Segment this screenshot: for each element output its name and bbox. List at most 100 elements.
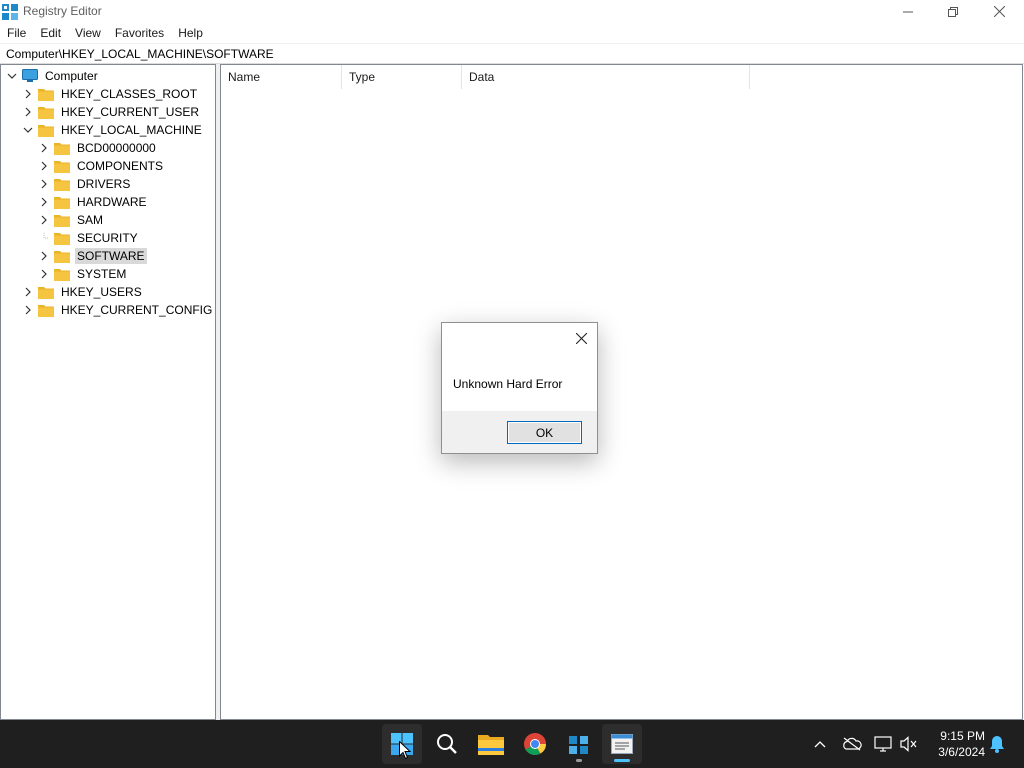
chevron-right-icon[interactable] <box>22 88 34 100</box>
network-icon[interactable] <box>873 734 893 754</box>
folder-icon <box>38 88 54 101</box>
volume-muted-icon[interactable] <box>899 734 919 754</box>
notifications-icon[interactable] <box>987 734 1007 754</box>
folder-icon <box>54 142 70 155</box>
title-bar: Registry Editor <box>0 0 1024 23</box>
chevron-right-icon[interactable] <box>22 286 34 298</box>
menu-view[interactable]: View <box>68 23 108 43</box>
tree-item-hkey-users[interactable]: HKEY_USERS <box>22 283 144 301</box>
search-icon <box>437 734 457 754</box>
taskbar: 9:15 PM 3/6/2024 <box>0 720 1024 768</box>
tree-item-software[interactable]: SOFTWARE <box>38 247 147 265</box>
dialog-message: Unknown Hard Error <box>453 377 563 391</box>
tree-item-label: SAM <box>77 213 104 227</box>
chevron-right-icon[interactable] <box>22 304 34 316</box>
mouse-cursor-icon <box>399 740 412 763</box>
chevron-right-icon[interactable] <box>22 106 34 118</box>
chevron-right-icon[interactable] <box>38 214 50 226</box>
tree-item-hkey-local-machine[interactable]: HKEY_LOCAL_MACHINE <box>22 121 204 139</box>
address-path[interactable]: Computer\HKEY_LOCAL_MACHINE\SOFTWARE <box>6 47 274 61</box>
restore-button[interactable] <box>930 0 976 23</box>
chevron-right-icon[interactable] <box>38 178 50 190</box>
folder-icon <box>54 232 70 245</box>
search-button[interactable] <box>427 724 467 764</box>
computer-icon <box>22 69 38 83</box>
dialog-close-button[interactable] <box>569 327 593 349</box>
close-icon <box>575 332 587 344</box>
tree-item-label: HARDWARE <box>77 195 147 209</box>
notepad-icon <box>611 734 633 754</box>
chevron-down-icon[interactable] <box>22 124 34 136</box>
close-button[interactable] <box>976 0 1022 23</box>
dialog-footer: OK <box>442 411 597 453</box>
folder-icon <box>54 268 70 281</box>
file-explorer-icon <box>478 735 504 755</box>
tree-item-label: SOFTWARE <box>75 248 147 264</box>
tree-item-label: HKEY_USERS <box>61 285 142 299</box>
chevron-right-icon[interactable] <box>38 268 50 280</box>
menu-favorites[interactable]: Favorites <box>108 23 171 43</box>
tree-item-bcd[interactable]: BCD00000000 <box>38 139 158 157</box>
notepad-button[interactable] <box>602 724 642 764</box>
key-tree[interactable]: Computer HKEY_CLASSES_ROOT HKEY_CURRENT_… <box>0 64 216 720</box>
clock-time: 9:15 PM <box>940 729 985 743</box>
folder-open-icon <box>38 124 54 137</box>
registry-editor-icon <box>2 4 18 20</box>
minimize-button[interactable] <box>885 0 931 23</box>
show-hidden-icons-button[interactable] <box>810 734 830 754</box>
folder-icon <box>54 160 70 173</box>
address-bar[interactable]: Computer\HKEY_LOCAL_MACHINE\SOFTWARE <box>0 43 1024 64</box>
tree-item-system[interactable]: SYSTEM <box>38 265 128 283</box>
menu-help[interactable]: Help <box>171 23 210 43</box>
tree-item-label: SYSTEM <box>77 267 127 281</box>
chevron-right-icon[interactable] <box>38 196 50 208</box>
folder-icon <box>38 304 54 317</box>
onedrive-icon[interactable] <box>842 734 862 754</box>
tree-item-computer[interactable]: Computer <box>6 67 100 85</box>
registry-button[interactable] <box>559 724 599 764</box>
menu-bar: File Edit View Favorites Help <box>0 23 1024 43</box>
chevron-up-icon <box>814 741 826 748</box>
column-name[interactable]: Name <box>221 65 342 89</box>
folder-icon <box>54 250 70 263</box>
folder-icon <box>54 196 70 209</box>
tree-item-components[interactable]: COMPONENTS <box>38 157 165 175</box>
tree-item-label: HKEY_LOCAL_MACHINE <box>61 123 202 137</box>
chevron-right-icon[interactable] <box>38 250 50 262</box>
tree-item-label: Computer <box>45 69 98 83</box>
tree-item-hardware[interactable]: HARDWARE <box>38 193 149 211</box>
tree-connector <box>38 232 50 244</box>
tree-item-label: SECURITY <box>77 231 138 245</box>
file-explorer-button[interactable] <box>471 724 511 764</box>
folder-icon <box>38 286 54 299</box>
tree-item-hkey-current-user[interactable]: HKEY_CURRENT_USER <box>22 103 201 121</box>
error-dialog: Unknown Hard Error OK <box>441 322 598 454</box>
folder-icon <box>54 214 70 227</box>
column-data[interactable]: Data <box>462 65 750 89</box>
tree-item-hkey-classes-root[interactable]: HKEY_CLASSES_ROOT <box>22 85 199 103</box>
tree-item-label: HKEY_CURRENT_USER <box>61 105 200 119</box>
chevron-right-icon[interactable] <box>38 160 50 172</box>
list-header: Name Type Data <box>221 65 1022 89</box>
registry-icon <box>569 736 588 754</box>
chevron-right-icon[interactable] <box>38 142 50 154</box>
tree-item-label: HKEY_CURRENT_CONFIG <box>61 303 213 317</box>
folder-icon <box>54 178 70 191</box>
chevron-down-icon[interactable] <box>6 70 18 82</box>
chrome-button[interactable] <box>515 724 555 764</box>
system-clock[interactable]: 9:15 PM 3/6/2024 <box>925 728 985 760</box>
tree-item-label: BCD00000000 <box>77 141 156 155</box>
menu-file[interactable]: File <box>0 23 33 43</box>
tree-item-label: COMPONENTS <box>77 159 164 173</box>
tree-item-drivers[interactable]: DRIVERS <box>38 175 132 193</box>
folder-icon <box>38 106 54 119</box>
window-title: Registry Editor <box>23 4 102 18</box>
tree-item-sam[interactable]: SAM <box>38 211 105 229</box>
active-indicator <box>614 759 630 762</box>
menu-edit[interactable]: Edit <box>33 23 68 43</box>
tree-item-security[interactable]: SECURITY <box>38 229 140 247</box>
column-type[interactable]: Type <box>342 65 462 89</box>
value-list[interactable]: Name Type Data <box>220 64 1023 720</box>
tree-item-hkey-current-config[interactable]: HKEY_CURRENT_CONFIG <box>22 301 214 319</box>
ok-button[interactable]: OK <box>507 421 582 444</box>
